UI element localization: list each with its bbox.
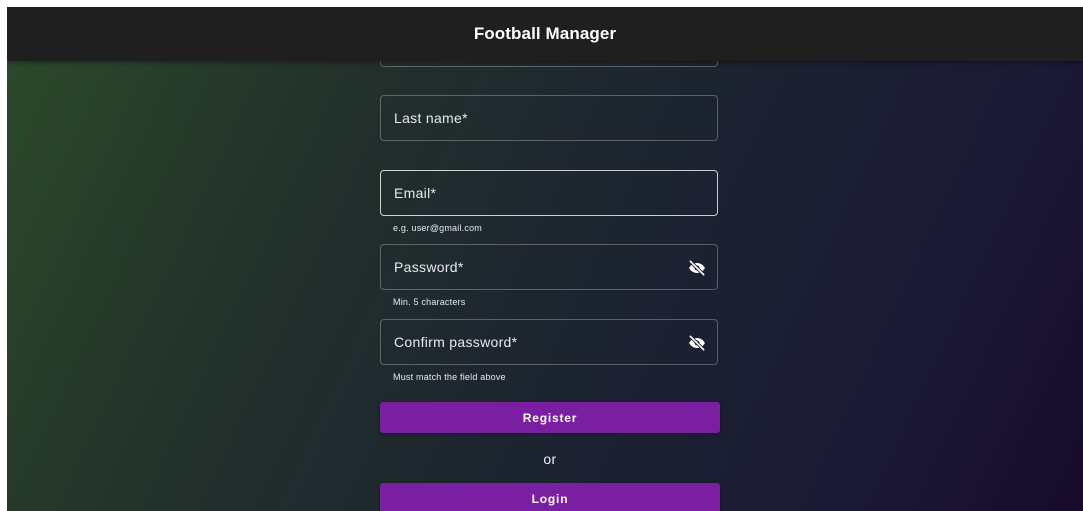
confirm-password-hint: Must match the field above: [393, 372, 506, 382]
confirm-password-field[interactable]: Confirm password*: [380, 319, 718, 365]
password-field[interactable]: Password*: [380, 244, 718, 290]
visibility-off-icon[interactable]: [687, 258, 707, 278]
app-bar: Football Manager: [7, 7, 1083, 61]
email-label: Email*: [394, 185, 437, 201]
or-divider-text: or: [543, 451, 557, 467]
email-field[interactable]: Email*: [380, 170, 718, 216]
app-window: Football Manager Last name* Email* e.g. …: [7, 7, 1083, 511]
password-label: Password*: [394, 259, 464, 275]
confirm-password-label: Confirm password*: [394, 334, 518, 350]
password-hint: Min. 5 characters: [393, 297, 466, 307]
register-button[interactable]: Register: [380, 402, 720, 433]
app-title: Football Manager: [473, 24, 617, 43]
login-button[interactable]: Login: [380, 483, 720, 511]
last-name-label: Last name*: [394, 110, 468, 126]
last-name-field[interactable]: Last name*: [380, 95, 718, 141]
email-hint: e.g. user@gmail.com: [393, 223, 482, 233]
visibility-off-icon[interactable]: [687, 333, 707, 353]
